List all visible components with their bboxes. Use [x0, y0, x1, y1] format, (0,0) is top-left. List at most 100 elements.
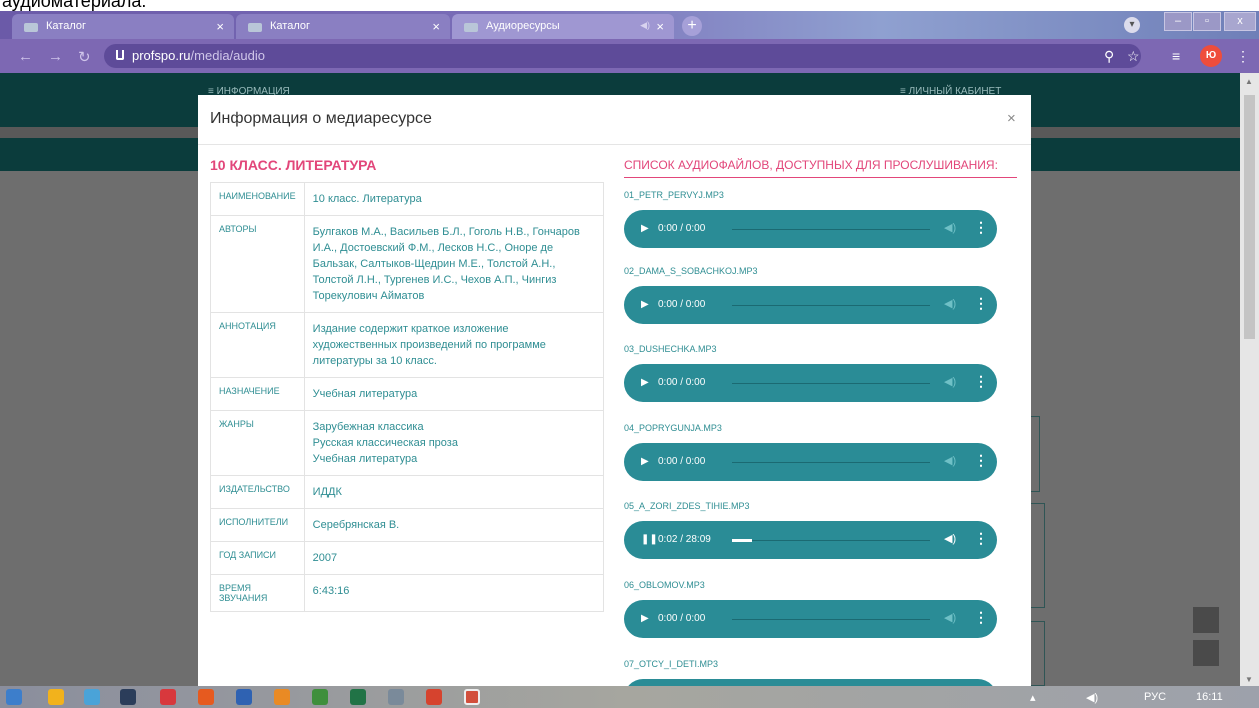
taskbar-app-icon[interactable]: [120, 689, 136, 705]
scrollbar-thumb[interactable]: [1244, 95, 1255, 339]
track-time: 0:00 / 0:00: [658, 613, 706, 624]
close-window-button[interactable]: x: [1224, 12, 1256, 31]
close-tab-icon[interactable]: ×: [216, 19, 224, 34]
info-key: ГОД ЗАПИСИ: [210, 541, 305, 575]
yandex-browser-icon[interactable]: [426, 689, 442, 705]
track-name: 06_OBLOMOV.MP3: [624, 580, 705, 590]
volume-icon[interactable]: ◀): [944, 297, 956, 310]
tab-catalog-2[interactable]: Каталог ×: [236, 14, 450, 39]
taskbar-app-icon[interactable]: [160, 689, 176, 705]
scroll-up-button[interactable]: [1193, 607, 1219, 633]
zoom-icon[interactable]: ⚲: [1104, 48, 1114, 65]
pause-icon[interactable]: ❚❚: [641, 534, 658, 545]
maximize-button[interactable]: ▫: [1193, 12, 1221, 31]
chrome-account-icon[interactable]: ▾: [1124, 17, 1140, 33]
url-field[interactable]: profspo.ru/media/audio: [104, 44, 1141, 68]
playlist-icon[interactable]: ≡: [1172, 48, 1180, 64]
more-options-icon[interactable]: ⋮: [974, 373, 988, 390]
track-name: 01_PETR_PERVYJ.MP3: [624, 190, 724, 200]
start-button[interactable]: [6, 689, 22, 705]
background-card: [1030, 621, 1045, 686]
volume-icon[interactable]: ◀): [944, 454, 956, 467]
minimize-button[interactable]: –: [1164, 12, 1192, 31]
volume-icon[interactable]: ◀): [944, 532, 956, 545]
volume-icon[interactable]: ◀): [944, 375, 956, 388]
forward-arrow-icon[interactable]: →: [48, 48, 63, 65]
info-row-publisher: ИЗДАТЕЛЬСТВО ИДДК: [210, 475, 605, 509]
scroll-down-button[interactable]: [1193, 640, 1219, 666]
track-time: 0:00 / 0:00: [658, 223, 706, 234]
audio-player[interactable]: ▶ 0:00 / 0:00 ◀) ⋮: [624, 286, 997, 324]
scroll-up-arrow-icon[interactable]: ▲: [1245, 77, 1253, 86]
play-icon[interactable]: ▶: [641, 456, 649, 467]
info-key: НАЗНАЧЕНИЕ: [210, 377, 305, 411]
more-options-icon[interactable]: ⋮: [974, 219, 988, 236]
seek-bar[interactable]: [732, 619, 930, 620]
play-icon[interactable]: ▶: [641, 377, 649, 388]
seek-bar[interactable]: [732, 383, 930, 384]
audio-player[interactable]: ▶ 0:00 / 0:00 ◀) ⋮: [624, 600, 997, 638]
close-tab-icon[interactable]: ×: [432, 19, 440, 34]
firefox-icon[interactable]: [274, 689, 290, 705]
close-tab-icon[interactable]: ×: [656, 19, 664, 34]
seek-bar[interactable]: [732, 305, 930, 306]
audio-track: 03_DUSHECHKA.MP3 ▶ 0:00 / 0:00 ◀) ⋮: [624, 344, 997, 402]
track-time: 0:00 / 0:00: [658, 456, 706, 467]
more-options-icon[interactable]: ⋮: [974, 609, 988, 626]
volume-icon[interactable]: ◀): [944, 611, 956, 624]
chrome-icon[interactable]: [464, 689, 480, 705]
new-tab-button[interactable]: +: [682, 16, 702, 36]
media-info-modal: Информация о медиаресурсе × 10 КЛАСС. ЛИ…: [198, 95, 1031, 686]
audio-player[interactable]: ▶ 0:00 / 0:00 ◀) ⋮: [624, 210, 997, 248]
close-icon[interactable]: ×: [1007, 110, 1016, 127]
back-arrow-icon[interactable]: ←: [18, 48, 33, 65]
audio-player[interactable]: ▶ 0:00 / 0:00 ◀) ⋮: [624, 443, 997, 481]
info-row-duration: ВРЕМЯ ЗВУЧАНИЯ 6:43:16: [210, 574, 605, 612]
info-row-genres: ЖАНРЫ Зарубежная классика Русская классич…: [210, 410, 605, 476]
audio-track: 02_DAMA_S_SOBACHKOJ.MP3 ▶ 0:00 / 0:00 ◀) ⋮: [624, 266, 997, 324]
more-options-icon[interactable]: ⋮: [974, 295, 988, 312]
tab-audio-resources[interactable]: Аудиоресурсы ◀) ×: [452, 14, 674, 39]
page-scrollbar[interactable]: ▲ ▼: [1240, 73, 1259, 686]
audio-player[interactable]: ❚❚ 0:02 / 28:09 ◀) ⋮: [624, 521, 997, 559]
seek-bar[interactable]: [732, 462, 930, 463]
taskbar-app-icon[interactable]: [198, 689, 214, 705]
info-value: Зарубежная классика Русская классическая…: [303, 410, 605, 476]
tab-catalog-1[interactable]: Каталог ×: [12, 14, 234, 39]
info-value: Учебная литература: [303, 377, 605, 411]
audio-player[interactable]: ▶◀)⋮: [624, 679, 997, 686]
tray-arrow-icon[interactable]: ▴: [1030, 691, 1036, 704]
modal-header: Информация о медиаресурсе ×: [198, 95, 1031, 145]
menu-icon[interactable]: ⋮: [1236, 48, 1250, 65]
volume-icon[interactable]: ◀): [944, 221, 956, 234]
seek-bar[interactable]: [732, 539, 930, 542]
bookmark-star-icon[interactable]: ☆: [1127, 48, 1140, 65]
seek-bar[interactable]: [732, 229, 930, 230]
url-path: /media/audio: [190, 48, 265, 63]
taskbar-app-icon[interactable]: [84, 689, 100, 705]
scroll-down-arrow-icon[interactable]: ▼: [1245, 675, 1253, 684]
info-row-authors: АВТОРЫ Булгаков М.А., Васильев Б.Л., Гого…: [210, 215, 605, 313]
clock[interactable]: 16:11: [1196, 691, 1223, 703]
tab-audio-icon[interactable]: ◀): [640, 20, 650, 31]
volume-icon[interactable]: ◀): [1086, 691, 1098, 704]
taskbar-app-icon[interactable]: [312, 689, 328, 705]
more-options-icon[interactable]: ⋮: [974, 530, 988, 547]
more-options-icon[interactable]: ⋮: [974, 452, 988, 469]
play-icon[interactable]: ▶: [641, 299, 649, 310]
excel-icon[interactable]: [350, 689, 366, 705]
info-row-year: ГОД ЗАПИСИ 2007: [210, 541, 605, 575]
resource-info-table: НАИМЕНОВАНИЕ 10 класс. Литература АВТОРЫ Б…: [210, 182, 605, 612]
word-icon[interactable]: [236, 689, 252, 705]
profile-avatar[interactable]: Ю: [1200, 45, 1222, 67]
taskbar-app-icon[interactable]: [388, 689, 404, 705]
language-indicator[interactable]: РУС: [1144, 691, 1166, 703]
play-icon[interactable]: ▶: [641, 223, 649, 234]
audio-player[interactable]: ▶ 0:00 / 0:00 ◀) ⋮: [624, 364, 997, 402]
play-icon[interactable]: ▶: [641, 613, 649, 624]
reload-icon[interactable]: ↻: [78, 48, 91, 66]
info-row-name: НАИМЕНОВАНИЕ 10 класс. Литература: [210, 182, 605, 216]
taskbar-app-icon[interactable]: [48, 689, 64, 705]
info-value: Серебрянская В.: [303, 508, 605, 542]
tab-label: Аудиоресурсы: [486, 20, 560, 32]
